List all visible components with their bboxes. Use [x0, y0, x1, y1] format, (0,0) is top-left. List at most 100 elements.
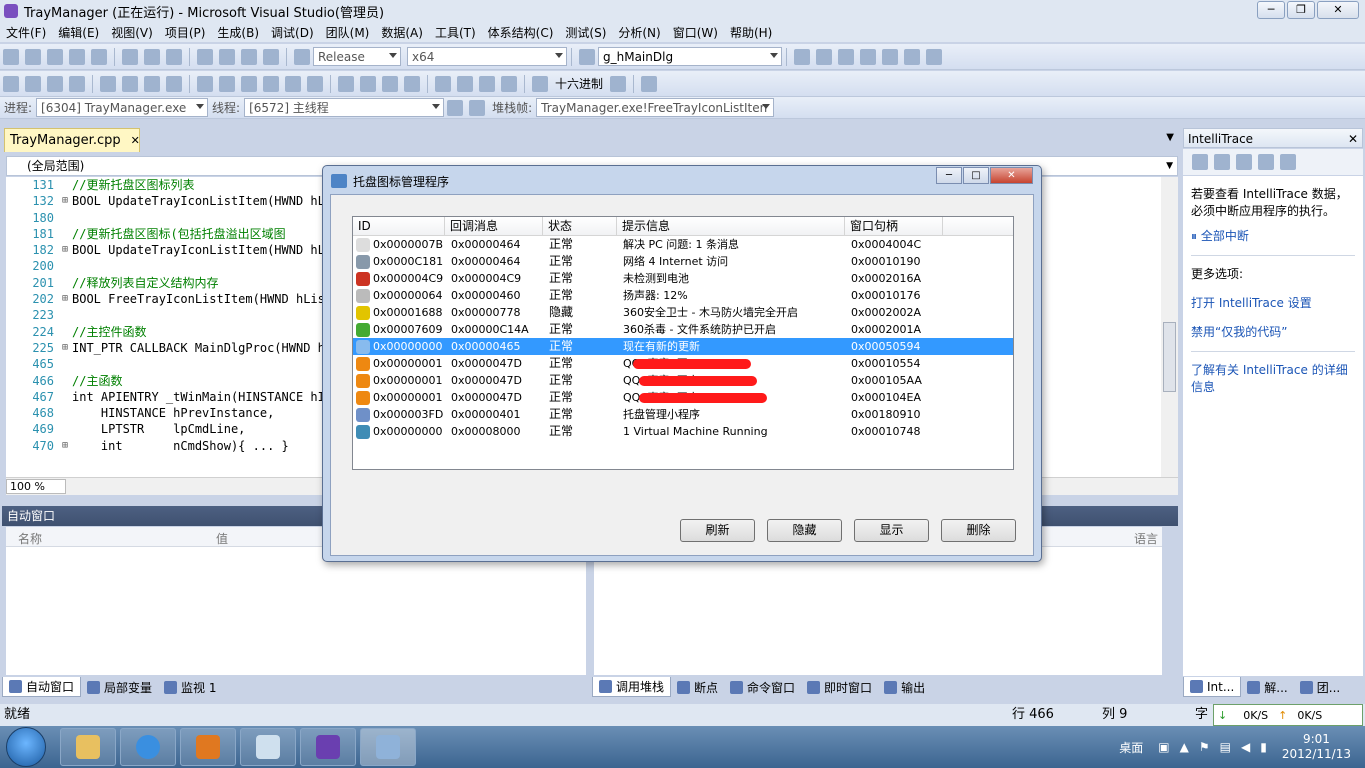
list-item[interactable]: 0x00000001 0x0000047D 正常 QQ: 声音: 开... 0x0001…	[353, 355, 1013, 372]
format-icon[interactable]	[47, 75, 63, 92]
process-select[interactable]: [6304] TrayManager.exe	[36, 98, 209, 117]
column-language[interactable]: 语言	[1134, 530, 1158, 547]
outline-toggle[interactable]	[58, 324, 72, 340]
menu-item[interactable]: 窗口(W)	[667, 24, 724, 41]
taskbar-notes[interactable]	[240, 728, 296, 766]
open-settings-link[interactable]: 打开 IntelliTrace 设置	[1191, 295, 1355, 312]
filter-icon[interactable]	[469, 99, 486, 116]
list-item[interactable]: 0x00007609 0x00000C14A 正常 360杀毒 - 文件系统防护已开启…	[353, 321, 1013, 338]
outline-toggle[interactable]	[58, 405, 72, 421]
close-tab-icon[interactable]: ✕	[131, 134, 140, 147]
taskbar-traymanager[interactable]	[360, 728, 416, 766]
taskbar-vm[interactable]	[180, 728, 236, 766]
tab-team-explorer[interactable]: 团...	[1294, 677, 1346, 697]
dialog-minimize-button[interactable]: ─	[936, 167, 962, 184]
tab-solution-explorer[interactable]: 解...	[1241, 677, 1293, 697]
refresh-button[interactable]: 刷新	[680, 519, 755, 542]
battery-icon[interactable]: ▮	[1260, 740, 1267, 754]
comment-icon[interactable]	[144, 75, 160, 92]
list-item[interactable]: 0x0000C181 0x00000464 正常 网络 4 Internet 访问 0x…	[353, 253, 1013, 270]
settings-icon[interactable]	[1280, 154, 1296, 170]
outline-toggle[interactable]: ⊞	[58, 438, 72, 454]
tab-locals[interactable]: 局部变量	[81, 677, 158, 697]
tab-list-icon[interactable]: ▼	[1166, 132, 1174, 143]
list-item[interactable]: 0x00000000 0x00008000 正常 1 Virtual Machine …	[353, 423, 1013, 440]
tab-breakpoints[interactable]: 断点	[671, 677, 724, 697]
flag-thread-icon[interactable]	[447, 99, 464, 116]
events-view-icon[interactable]	[1192, 154, 1208, 170]
tab-watch1[interactable]: 监视 1	[158, 677, 222, 697]
list-item[interactable]: 0x00000000 0x00000465 正常 现在有新的更新 0x00050594	[353, 338, 1013, 355]
menu-item[interactable]: 团队(M)	[320, 24, 376, 41]
outline-toggle[interactable]	[58, 210, 72, 226]
minimize-button[interactable]: ─	[1257, 1, 1285, 19]
tab-immediate-window[interactable]: 即时窗口	[801, 677, 878, 697]
bookmark-prev-icon[interactable]	[219, 75, 235, 92]
stack-frame-icon[interactable]	[610, 75, 627, 92]
menu-item[interactable]: 调试(D)	[265, 24, 320, 41]
column-header[interactable]: 状态	[543, 217, 617, 235]
tab-autos[interactable]: 自动窗口	[2, 677, 82, 697]
flag-icon[interactable]: ⚑	[1199, 740, 1210, 754]
menu-item[interactable]: 测试(S)	[559, 24, 612, 41]
outline-toggle[interactable]	[58, 258, 72, 274]
outline-toggle[interactable]	[58, 373, 72, 389]
stack-frame-select[interactable]: TrayManager.exe!FreeTrayIconListIten	[536, 98, 775, 117]
configuration-select[interactable]: Release	[313, 47, 401, 66]
bookmark-toggle-icon[interactable]	[197, 75, 213, 92]
platform-select[interactable]: x64	[407, 47, 567, 66]
volume-icon[interactable]: ◀	[1241, 740, 1250, 754]
close-icon[interactable]: ✕	[1348, 129, 1358, 149]
taskbar-explorer[interactable]	[60, 728, 116, 766]
tab-intellitrace[interactable]: Int...	[1183, 677, 1242, 697]
outline-toggle[interactable]	[58, 307, 72, 323]
tray-icon-list[interactable]: ID 回调消息 状态 提示信息 窗口句柄 0x0000007B 0x00000464 正常 解…	[352, 216, 1014, 470]
calls-view-icon[interactable]	[1214, 154, 1230, 170]
clock[interactable]: 9:01 2012/11/13	[1282, 732, 1351, 762]
hide-button[interactable]: 隐藏	[767, 519, 842, 542]
navigate-forward-icon[interactable]	[263, 48, 279, 65]
delete-button[interactable]: 删除	[941, 519, 1016, 542]
cut-icon[interactable]	[122, 48, 138, 65]
column-name[interactable]: 名称	[18, 530, 42, 547]
menu-item[interactable]: 编辑(E)	[52, 24, 105, 41]
find-in-files-icon[interactable]	[579, 48, 595, 65]
menu-item[interactable]: 体系结构(C)	[482, 24, 560, 41]
start-button[interactable]	[6, 727, 46, 767]
search-icon[interactable]	[1258, 154, 1274, 170]
undo-icon[interactable]	[197, 48, 213, 65]
break-all-link[interactable]: 全部中断	[1201, 229, 1249, 243]
breakpoints-icon[interactable]	[641, 75, 658, 92]
quickwatch-icon[interactable]	[532, 75, 548, 92]
properties-icon[interactable]	[816, 48, 832, 65]
menu-item[interactable]: 项目(P)	[159, 24, 212, 41]
outline-toggle[interactable]	[58, 275, 72, 291]
object-browser-icon[interactable]	[838, 48, 854, 65]
outdent-icon[interactable]	[100, 75, 116, 92]
show-next-statement-icon[interactable]	[435, 75, 451, 92]
tab-call-stack[interactable]: 调用堆栈	[592, 677, 672, 697]
stop-debug-icon[interactable]	[382, 75, 398, 92]
font-icon[interactable]	[69, 75, 85, 92]
thread-select[interactable]: [6572] 主线程	[244, 98, 445, 117]
dialog-maximize-button[interactable]: □	[963, 167, 989, 184]
step-into-icon[interactable]	[457, 75, 473, 92]
solution-explorer-icon[interactable]	[794, 48, 810, 65]
menu-item[interactable]: 工具(T)	[429, 24, 482, 41]
bookmark-clear-icon[interactable]	[285, 75, 301, 92]
close-button[interactable]: ✕	[1317, 1, 1359, 19]
restart-icon[interactable]	[404, 75, 420, 92]
bookmark-icon[interactable]	[25, 75, 41, 92]
new-project-icon[interactable]	[3, 48, 19, 65]
outline-toggle[interactable]: ⊞	[58, 193, 72, 209]
column-value[interactable]: 值	[216, 530, 228, 547]
extension-manager-icon[interactable]	[882, 48, 898, 65]
taskbar-visual-studio[interactable]	[300, 728, 356, 766]
break-all-icon[interactable]	[360, 75, 376, 92]
column-header[interactable]: 回调消息	[445, 217, 543, 235]
column-header[interactable]: ID	[353, 217, 445, 235]
language-icon[interactable]: ▣	[1158, 740, 1169, 754]
start-debug-icon[interactable]	[338, 75, 354, 92]
outline-toggle[interactable]	[58, 421, 72, 437]
bookmark-folder-icon[interactable]	[263, 75, 279, 92]
